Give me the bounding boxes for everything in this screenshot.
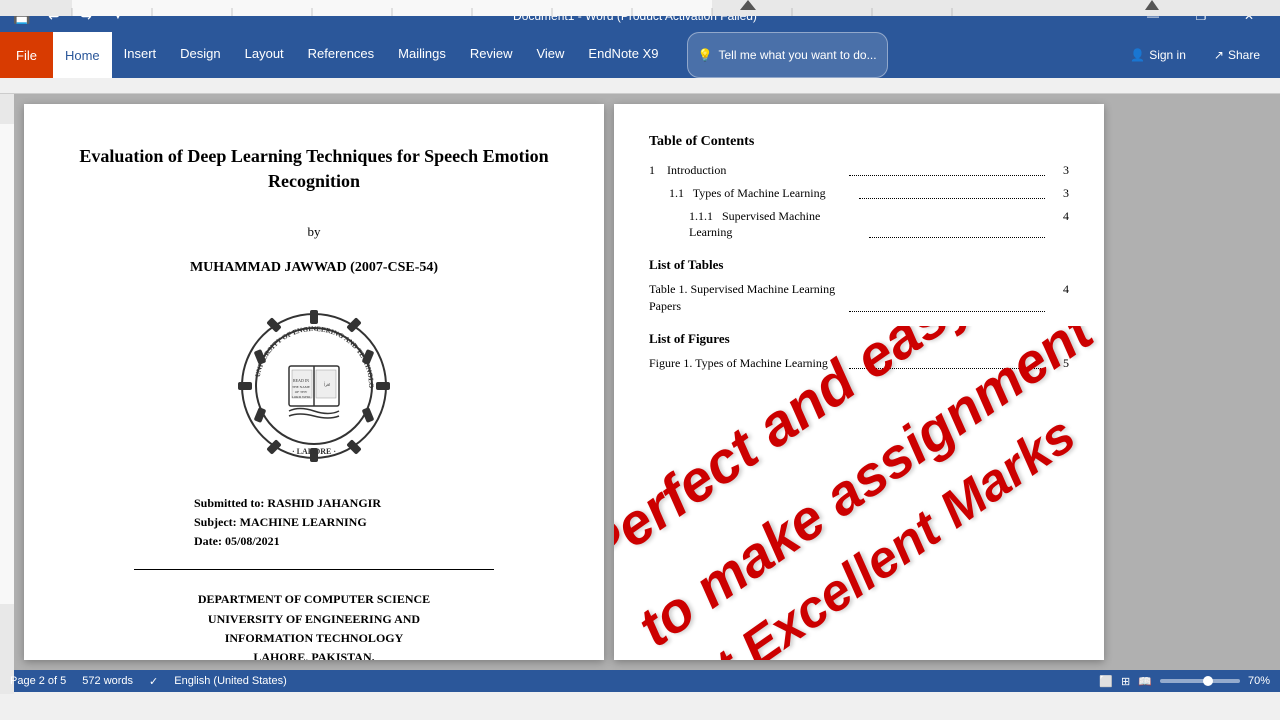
- tab-home[interactable]: Home: [53, 32, 112, 78]
- submitted-label: Submitted to:: [194, 496, 267, 510]
- toc-pagenum: 4: [1049, 281, 1069, 315]
- vertical-ruler-svg: [0, 94, 14, 694]
- tab-view[interactable]: View: [524, 32, 576, 78]
- figure-item: Figure 1. Types of Machine Learning 5: [649, 355, 1069, 372]
- zoom-slider[interactable]: [1160, 679, 1240, 683]
- toc-item: 1.1 Types of Machine Learning 3: [649, 185, 1069, 202]
- tab-references[interactable]: References: [296, 32, 386, 78]
- word-count: 572 words: [82, 675, 133, 687]
- toc-item-text: 1 Introduction: [649, 162, 845, 179]
- list-of-figures-heading: List of Figures: [649, 331, 1069, 347]
- cover-page-content: Evaluation of Deep Learning Techniques f…: [24, 104, 604, 660]
- status-bar: Page 2 of 5 572 words ✓ English (United …: [0, 670, 1280, 692]
- toc-item: 1.1.1 Supervised Machine Learning 4: [649, 208, 1069, 242]
- tab-design[interactable]: Design: [168, 32, 232, 78]
- document-title: Evaluation of Deep Learning Techniques f…: [74, 144, 554, 194]
- layout-icon-web[interactable]: ⊞: [1121, 675, 1130, 688]
- page-info: Page 2 of 5: [10, 675, 66, 687]
- toc-label: Figure 1. Types of Machine Learning: [649, 356, 828, 370]
- watermark-line3: Get Excellent Marks: [648, 406, 1086, 660]
- date-label: Date:: [194, 534, 225, 548]
- toc-item-text: Figure 1. Types of Machine Learning: [649, 355, 845, 372]
- toc-dots: [849, 355, 1045, 369]
- horizontal-ruler: [0, 78, 1280, 94]
- toc-dots: [859, 185, 1045, 199]
- layout-icon-print[interactable]: ⬜: [1099, 675, 1113, 688]
- svg-text:· LAHORE ·: · LAHORE ·: [292, 447, 336, 456]
- svg-text:OF THY: OF THY: [295, 390, 308, 394]
- university-logo: READ IN THE NAME OF THY LORD WHO اقرأ UN…: [234, 306, 394, 466]
- cover-divider: [134, 569, 494, 570]
- tab-file[interactable]: File: [0, 32, 53, 78]
- toc-heading: Table of Contents: [649, 134, 1069, 150]
- share-button[interactable]: ↗ Share: [1202, 44, 1272, 66]
- share-icon: ↗: [1214, 48, 1224, 62]
- layout-icon-read[interactable]: 📖: [1138, 675, 1152, 688]
- toc-pagenum: 4: [1049, 208, 1069, 242]
- toc-item-text: Table 1. Supervised Machine Learning Pap…: [649, 281, 845, 315]
- toc-dots: [849, 281, 1045, 312]
- status-right: ⬜ ⊞ 📖 70%: [1099, 675, 1270, 688]
- tab-mailings[interactable]: Mailings: [386, 32, 458, 78]
- toc-dots: [869, 208, 1045, 239]
- subject-label: Subject:: [194, 515, 240, 529]
- table-item: Table 1. Supervised Machine Learning Pap…: [649, 281, 1069, 315]
- lightbulb-icon: 💡: [698, 48, 713, 62]
- person-icon: 👤: [1130, 48, 1145, 62]
- toc-pagenum: 3: [1049, 162, 1069, 179]
- date-line: Date: 05/08/2021: [74, 534, 554, 549]
- toc-label: Types of Machine Learning: [693, 186, 826, 200]
- date-value: 05/08/2021: [225, 534, 280, 548]
- cover-author: MUHAMMAD JAWWAD (2007-CSE-54): [74, 260, 554, 276]
- cover-by: by: [74, 224, 554, 240]
- svg-text:LORD WHO: LORD WHO: [292, 395, 311, 399]
- tab-endnote[interactable]: EndNote X9: [576, 32, 670, 78]
- toc-item-text: 1.1 Types of Machine Learning: [669, 185, 855, 202]
- main-area: Evaluation of Deep Learning Techniques f…: [0, 94, 1280, 670]
- tell-me-input[interactable]: 💡 Tell me what you want to do...: [687, 32, 888, 78]
- tell-me-text: Tell me what you want to do...: [718, 48, 876, 62]
- language: English (United States): [174, 675, 287, 687]
- ribbon-right: 👤 Sign in ↗ Share: [1118, 32, 1280, 78]
- ribbon: File Home Insert Design Layout Reference…: [0, 32, 1280, 78]
- subject-line: Subject: MACHINE LEARNING: [74, 515, 554, 530]
- toc-label: Introduction: [667, 163, 726, 177]
- svg-text:اقرأ: اقرأ: [324, 381, 330, 387]
- toc-label: Table 1. Supervised Machine Learning Pap…: [649, 282, 835, 313]
- toc-item-text: 1.1.1 Supervised Machine Learning: [689, 208, 865, 242]
- toc-num: 1: [649, 163, 664, 177]
- list-of-tables-heading: List of Tables: [649, 257, 1069, 273]
- tab-layout[interactable]: Layout: [233, 32, 296, 78]
- toc-page: Table of Contents 1 Introduction 3 1.1 T…: [614, 104, 1104, 660]
- submitted-to: Submitted to: RASHID JAHANGIR: [74, 496, 554, 511]
- subject-value: MACHINE LEARNING: [240, 515, 367, 529]
- toc-item: 1 Introduction 3: [649, 162, 1069, 179]
- svg-text:READ IN: READ IN: [293, 378, 309, 383]
- toc-num: 1.1: [669, 186, 690, 200]
- zoom-thumb: [1203, 676, 1213, 686]
- zoom-level: 70%: [1248, 675, 1270, 687]
- svg-text:THE NAME: THE NAME: [292, 385, 310, 389]
- vertical-ruler: [0, 94, 14, 670]
- pages-container: Evaluation of Deep Learning Techniques f…: [14, 94, 1280, 670]
- toc-dots: [849, 162, 1045, 176]
- spell-check-icon[interactable]: ✓: [149, 675, 158, 688]
- tab-review[interactable]: Review: [458, 32, 525, 78]
- department-info: DEPARTMENT OF COMPUTER SCIENCE UNIVERSIT…: [74, 590, 554, 660]
- tab-insert[interactable]: Insert: [112, 32, 169, 78]
- cover-page: Evaluation of Deep Learning Techniques f…: [24, 104, 604, 660]
- sign-in-button[interactable]: 👤 Sign in: [1118, 44, 1198, 66]
- toc-pagenum: 3: [1049, 185, 1069, 202]
- submitted-value: RASHID JAHANGIR: [267, 496, 381, 510]
- toc-pagenum: 5: [1049, 355, 1069, 372]
- toc-num: 1.1.1: [689, 209, 719, 223]
- toc-content: Table of Contents 1 Introduction 3 1.1 T…: [614, 104, 1104, 408]
